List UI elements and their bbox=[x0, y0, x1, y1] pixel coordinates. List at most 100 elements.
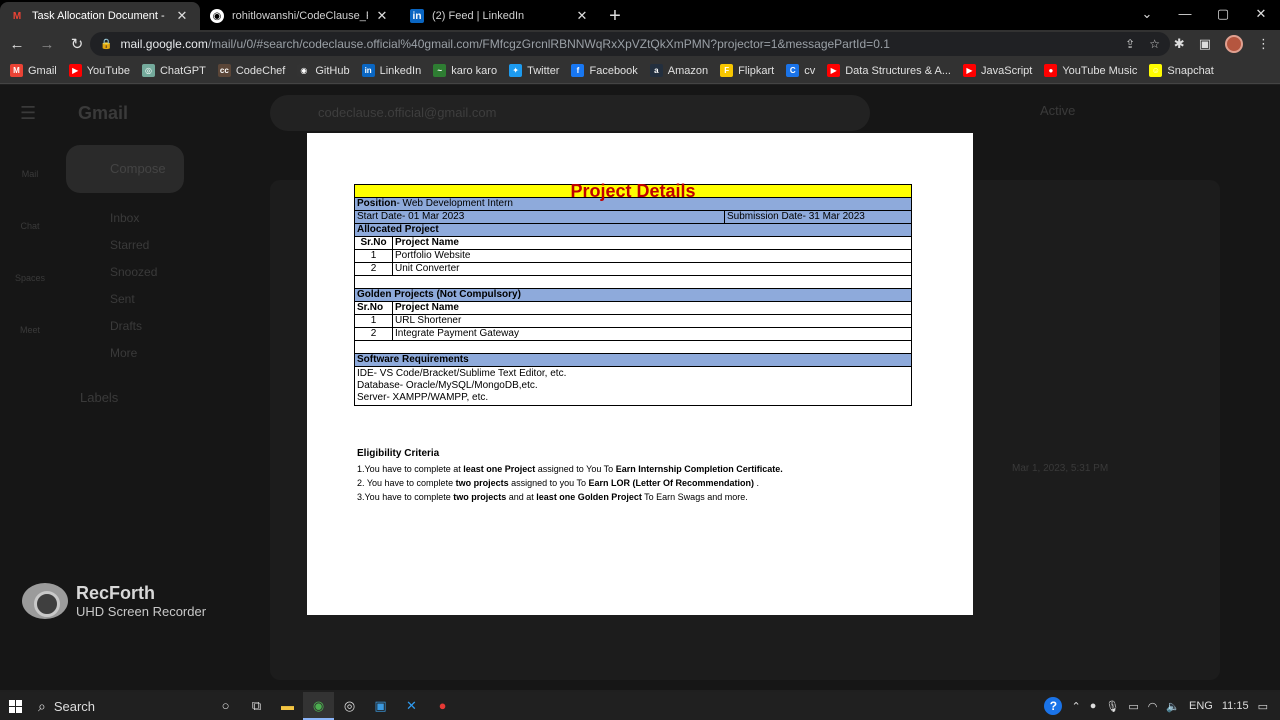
bookmark-codechef[interactable]: cc CodeChef bbox=[217, 64, 285, 77]
message-date: Mar 1, 2023, 5:31 PM bbox=[1012, 463, 1109, 474]
bookmark-facebook[interactable]: f Facebook bbox=[571, 64, 638, 77]
bookmark-youtube[interactable]: ▶ YouTube bbox=[68, 64, 130, 77]
bookmark-youtube-music[interactable]: ● YouTube Music bbox=[1044, 64, 1137, 77]
nav-starred[interactable]: Starred bbox=[110, 238, 157, 265]
document-preview: Project Details Position- Web Developmen… bbox=[307, 133, 973, 615]
nav-more[interactable]: More bbox=[110, 346, 157, 373]
language-indicator[interactable]: ENG bbox=[1189, 700, 1213, 712]
back-button[interactable]: ← bbox=[4, 36, 30, 53]
row-name: Integrate Payment Gateway bbox=[392, 327, 912, 341]
bookmark-gmail[interactable]: M Gmail bbox=[10, 64, 57, 77]
rail-item-mail[interactable]: Mail bbox=[0, 151, 60, 203]
tab-title: rohitlowanshi/CodeClause_Portf bbox=[232, 10, 368, 22]
tray-dot-icon[interactable]: ● bbox=[1090, 700, 1097, 712]
taskbar: ⌕ Search ○ ⧉ ▬ ◉ ◎ ▣ ✕ ● ? ⌃ ● 🎙 ▭ ◠ 🔈 E… bbox=[0, 692, 1280, 720]
bookmark-chatgpt[interactable]: ◎ ChatGPT bbox=[141, 64, 206, 77]
nav-inbox[interactable]: Inbox bbox=[110, 211, 157, 238]
eligibility-item: 2. You have to complete two projects ass… bbox=[357, 476, 783, 490]
star-icon[interactable]: ☆ bbox=[1149, 37, 1160, 51]
gmail-nav: Inbox Starred Snoozed Sent Drafts More bbox=[110, 211, 157, 373]
volume-icon[interactable]: 🔈 bbox=[1166, 700, 1180, 713]
taskbar-search[interactable]: ⌕ Search bbox=[30, 692, 210, 720]
text: and at bbox=[506, 492, 537, 502]
app-icon[interactable]: ▣ bbox=[365, 692, 396, 720]
obs-icon[interactable]: ◎ bbox=[334, 692, 365, 720]
bookmark-cv[interactable]: Ccv bbox=[786, 64, 815, 77]
minimize-button[interactable]: — bbox=[1166, 0, 1204, 28]
system-tray: ? ⌃ ● 🎙 ▭ ◠ 🔈 ENG 11:15 ▭ bbox=[1044, 692, 1280, 720]
nav-snoozed[interactable]: Snoozed bbox=[110, 265, 157, 292]
avatar[interactable] bbox=[1225, 35, 1243, 53]
cortana-icon[interactable]: ○ bbox=[210, 692, 241, 720]
bookmark-karo-karo[interactable]: ~ karo karo bbox=[433, 64, 497, 77]
vscode-icon[interactable]: ✕ bbox=[396, 692, 427, 720]
tab-title: Task Allocation Document - rohi bbox=[32, 10, 168, 22]
battery-icon[interactable]: ▭ bbox=[1128, 700, 1138, 713]
rail-item-spaces[interactable]: Spaces bbox=[0, 255, 60, 307]
clock[interactable]: 11:15 bbox=[1222, 700, 1249, 712]
bookmark-label: LinkedIn bbox=[379, 64, 422, 77]
extensions-icon[interactable]: ✱ bbox=[1174, 36, 1185, 52]
file-explorer-icon[interactable]: ▬ bbox=[272, 692, 303, 720]
help-icon[interactable]: ? bbox=[1044, 697, 1063, 715]
compose-button[interactable]: Compose bbox=[66, 145, 184, 193]
menu-icon[interactable]: ⋮ bbox=[1257, 36, 1270, 52]
url-text: mail.google.com/mail/u/0/#search/codecla… bbox=[120, 37, 1125, 51]
forward-button[interactable]: → bbox=[34, 36, 60, 53]
nav-drafts[interactable]: Drafts bbox=[110, 319, 157, 346]
wifi-icon[interactable]: ◠ bbox=[1148, 700, 1158, 713]
bookmark-amazon[interactable]: a Amazon bbox=[649, 64, 708, 77]
bookmark-icon: in bbox=[361, 64, 375, 77]
table-row: 1 Portfolio Website bbox=[354, 249, 912, 263]
share-icon[interactable]: ⇪ bbox=[1125, 37, 1135, 51]
bookmark-icon: ◎ bbox=[141, 64, 155, 77]
url-path: /mail/u/0/#search/codeclause.official%40… bbox=[207, 37, 890, 51]
chrome-icon[interactable]: ◉ bbox=[303, 692, 334, 720]
reload-button[interactable]: ↻ bbox=[64, 35, 90, 53]
bookmark-snapchat[interactable]: ☺ Snapchat bbox=[1149, 64, 1214, 77]
rail-item-chat[interactable]: Chat bbox=[0, 203, 60, 255]
tab-task-allocation[interactable]: M Task Allocation Document - rohi ✕ bbox=[0, 2, 200, 30]
start-button[interactable] bbox=[0, 699, 30, 713]
nav-sent[interactable]: Sent bbox=[110, 292, 157, 319]
labels-heading: Labels bbox=[80, 390, 119, 405]
tab-github[interactable]: ◉ rohitlowanshi/CodeClause_Portf ✕ bbox=[200, 2, 400, 30]
side-panel-icon[interactable]: ▣ bbox=[1199, 36, 1211, 52]
bookmark-linkedin[interactable]: in LinkedIn bbox=[361, 64, 422, 77]
new-tab-button[interactable]: + bbox=[600, 2, 630, 30]
bookmark-icon: ☺ bbox=[1149, 64, 1163, 77]
bookmark-data-structures-a[interactable]: ▶ Data Structures & A... bbox=[827, 64, 951, 77]
text: assigned to you To bbox=[508, 478, 589, 488]
status-badge[interactable]: Active bbox=[1040, 103, 1075, 118]
bookmark-javascript[interactable]: ▶ JavaScript bbox=[963, 64, 1032, 77]
tab-linkedin[interactable]: in (2) Feed | LinkedIn ✕ bbox=[400, 2, 600, 30]
maximize-button[interactable]: ▢ bbox=[1204, 0, 1242, 28]
url-host: mail.google.com bbox=[120, 37, 208, 51]
rail-item-meet[interactable]: Meet bbox=[0, 307, 60, 359]
close-window-button[interactable]: ✕ bbox=[1242, 0, 1280, 28]
recorder-watermark: RecForth UHD Screen Recorder bbox=[22, 583, 206, 619]
bookmarks-bar: M Gmail ▶ YouTube ◎ ChatGPT cc CodeChef ◉ GitHub i… bbox=[0, 58, 1280, 84]
task-view-icon[interactable]: ⧉ bbox=[241, 692, 272, 720]
close-icon[interactable]: ✕ bbox=[174, 8, 190, 24]
text-bold: Earn LOR (Letter Of Recommendation) bbox=[588, 478, 754, 488]
chevron-up-icon[interactable]: ⌃ bbox=[1071, 700, 1080, 713]
chevron-down-icon[interactable]: ⌄ bbox=[1128, 0, 1166, 28]
hamburger-icon[interactable]: ☰ bbox=[20, 103, 36, 124]
address-bar[interactable]: 🔒 mail.google.com/mail/u/0/#search/codec… bbox=[90, 32, 1170, 56]
bookmark-flipkart[interactable]: F Flipkart bbox=[720, 64, 774, 77]
recorder-icon[interactable]: ● bbox=[427, 692, 458, 720]
bookmark-twitter[interactable]: ✦ Twitter bbox=[509, 64, 559, 77]
text: 1.You have to complete at bbox=[357, 464, 464, 474]
github-icon: ◉ bbox=[210, 9, 224, 23]
text: . bbox=[754, 478, 760, 488]
notifications-icon[interactable]: ▭ bbox=[1258, 700, 1268, 713]
close-icon[interactable]: ✕ bbox=[574, 8, 590, 24]
bookmark-github[interactable]: ◉ GitHub bbox=[297, 64, 350, 77]
text-bold: least one Project bbox=[463, 464, 536, 474]
bookmark-label: ChatGPT bbox=[159, 64, 206, 77]
close-icon[interactable]: ✕ bbox=[374, 8, 390, 24]
microphone-icon[interactable]: 🎙 bbox=[1105, 700, 1119, 713]
search-input[interactable]: codeclause.official@gmail.com bbox=[270, 95, 870, 131]
bookmark-icon: ▶ bbox=[68, 64, 82, 77]
